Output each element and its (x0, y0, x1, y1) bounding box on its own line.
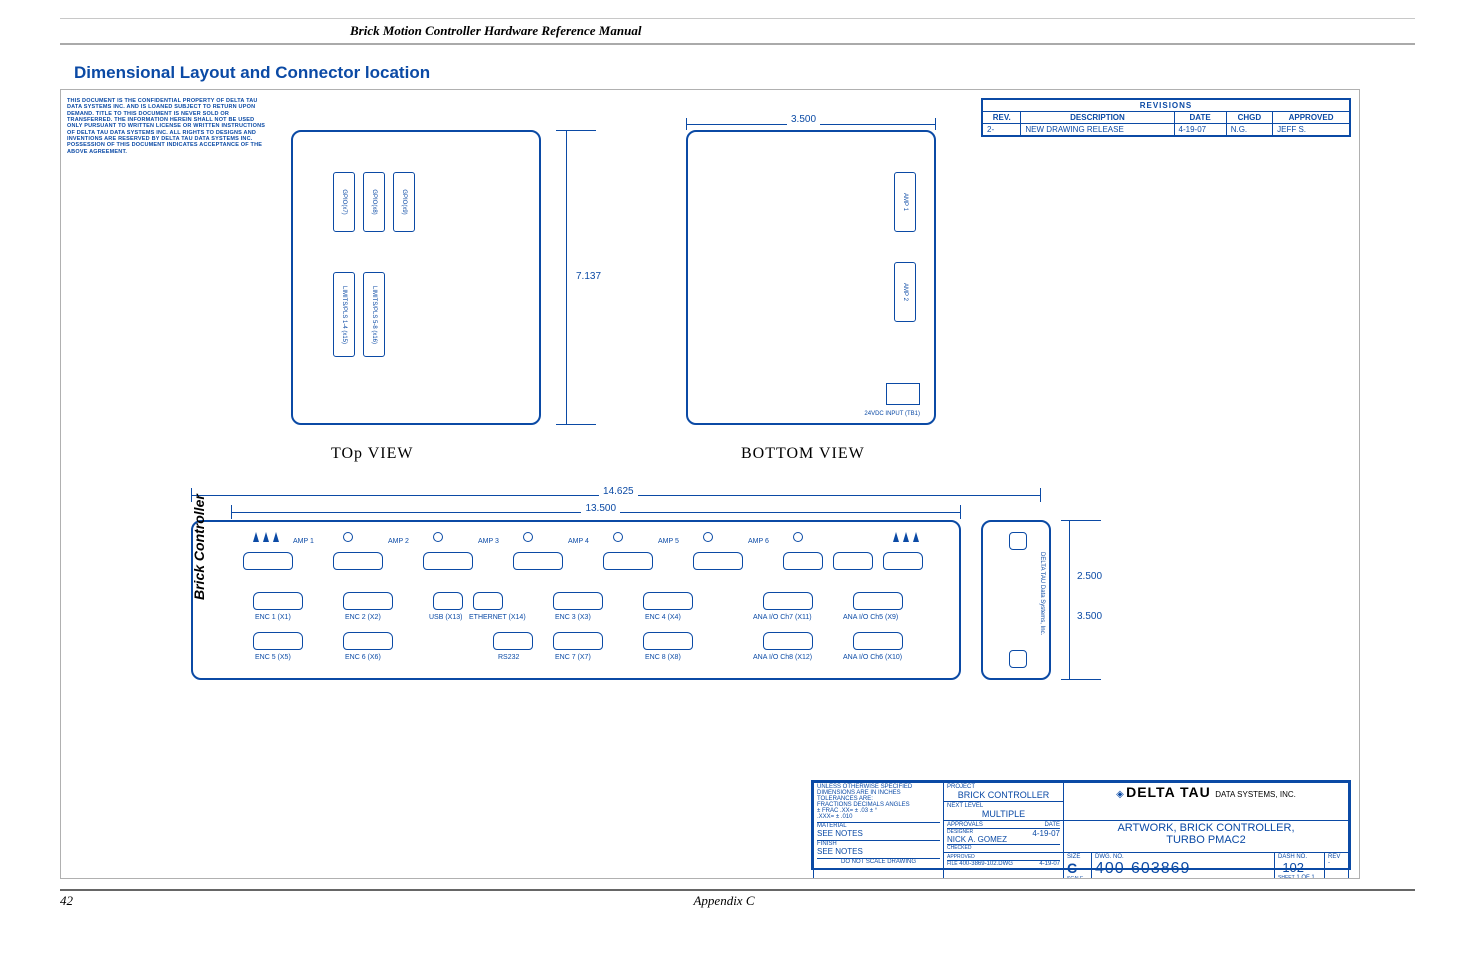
engineering-drawing: THIS DOCUMENT IS THE CONFIDENTIAL PROPER… (60, 89, 1360, 879)
front-view-outline: Brick Controller AMP 1 AMP 2 AMP 3 AMP 4… (191, 520, 961, 680)
confidentiality-notice: THIS DOCUMENT IS THE CONFIDENTIAL PROPER… (67, 98, 267, 155)
bottom-view-outline: AMP 1 AMP 2 24VDC INPUT (TB1) (686, 130, 936, 425)
dim-front-height: 2.500 3.500 (1061, 520, 1101, 680)
front-brand-label: Brick Controller (191, 494, 207, 600)
top-view-outline: GPIO(x7) GPIO(x8) GPIO(x9) LIMITS/PLS 1-… (291, 130, 541, 425)
dim-vertical: 7.137 (556, 130, 596, 425)
power-port-label: 24VDC INPUT (TB1) (864, 411, 920, 417)
power-port (886, 383, 920, 405)
section-heading: Dimensional Layout and Connector locatio… (74, 63, 1415, 83)
dim-width: 3.500 (686, 118, 936, 130)
revisions-table: REVISIONS REV. DESCRIPTION DATE CHGD APP… (981, 98, 1351, 137)
doc-title: Brick Motion Controller Hardware Referen… (350, 23, 1415, 39)
dim-front-outer: 14.625 (191, 488, 1041, 502)
top-view-label: TOp VIEW (331, 445, 414, 463)
title-block: UNLESS OTHERWISE SPECIFIED DIMENSIONS AR… (811, 780, 1351, 870)
appendix-label: Appendix C (693, 893, 754, 909)
page-number: 42 (60, 893, 73, 909)
page-footer: 42 Appendix C (60, 891, 1415, 909)
front-right-outline: DELTA TAU Data Systems, Inc. (981, 520, 1051, 680)
bottom-view-label: BOTTOM VIEW (741, 445, 865, 463)
dim-front-inner: 13.500 (231, 505, 961, 519)
revision-row: 2- NEW DRAWING RELEASE 4-19-07 N.G. JEFF… (983, 124, 1350, 136)
